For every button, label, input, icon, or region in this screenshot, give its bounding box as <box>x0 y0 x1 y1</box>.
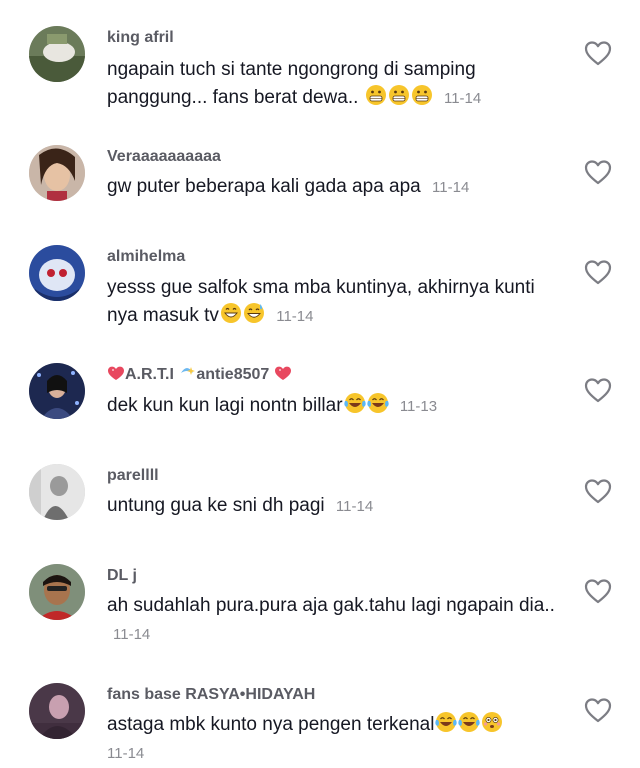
flushed-face-emoji <box>481 711 503 733</box>
comment-date: 11-14 <box>113 626 151 643</box>
like-heart-icon[interactable] <box>584 377 612 403</box>
avatar[interactable] <box>29 464 85 520</box>
comment-text: gw puter beberapa kali gada apa apa 11-1… <box>107 173 557 202</box>
grinning-face-emoji <box>220 302 242 324</box>
comment-text: ah sudahlah pura.pura aja gak.tahu lagi … <box>107 592 557 649</box>
avatar[interactable] <box>29 26 85 82</box>
sparkle-icon <box>178 365 196 381</box>
tears-of-joy-emoji <box>435 711 458 733</box>
tears-of-joy-emoji <box>343 392 366 414</box>
comment-date: 11-14 <box>443 90 482 107</box>
avatar[interactable] <box>29 245 85 301</box>
heart-sparkle-icon <box>107 365 125 381</box>
comment-text: untung gua ke sni dh pagi 11-14 <box>107 492 557 521</box>
comment-username[interactable]: Veraaaaaaaaaa <box>107 147 221 167</box>
comment-username[interactable]: almihelma <box>107 247 185 267</box>
tears-of-joy-emoji <box>458 711 481 733</box>
like-heart-icon[interactable] <box>584 40 612 66</box>
avatar[interactable] <box>29 145 85 201</box>
comment-text: yesss gue salfok sma mba kuntinya, akhir… <box>107 274 557 331</box>
comment-username[interactable]: A.R.T.I antie8507 <box>107 365 292 385</box>
comment-body: ah sudahlah pura.pura aja gak.tahu lagi … <box>107 595 555 616</box>
comment-body: yesss gue salfok sma mba kuntinya, akhir… <box>107 277 535 326</box>
avatar[interactable] <box>29 683 85 739</box>
username-part: A.R.T.I <box>125 366 174 383</box>
comment-date: 11-14 <box>432 179 470 196</box>
avatar[interactable] <box>29 363 85 419</box>
username-part: antie8507 <box>196 366 270 383</box>
comment-body: astaga mbk kunto nya pengen terkenal <box>107 714 435 735</box>
comment-text: astaga mbk kunto nya pengen terkenal 11-… <box>107 711 557 768</box>
comment-username[interactable]: parellll <box>107 466 159 486</box>
tears-of-joy-emoji <box>366 392 389 414</box>
comment-text: dek kun kun lagi nontn billar 11-13 <box>107 392 557 421</box>
comment-list: king afril ngapain tuch si tante ngongro… <box>0 0 640 767</box>
like-heart-icon[interactable] <box>584 259 612 285</box>
comment-date: 11-13 <box>399 398 438 415</box>
like-heart-icon[interactable] <box>584 578 612 604</box>
grimacing-face-emoji <box>365 84 387 106</box>
comment-body: untung gua ke sni dh pagi <box>107 495 325 516</box>
comment-body: dek kun kun lagi nontn billar <box>107 395 343 416</box>
comment-text: ngapain tuch si tante ngongrong di sampi… <box>107 56 557 113</box>
comment-username[interactable]: king afril <box>107 28 174 48</box>
heart-sparkle-icon <box>274 365 292 381</box>
grimacing-face-emoji <box>388 84 410 106</box>
grinning-sweat-emoji <box>243 302 265 324</box>
comment-date: 11-14 <box>276 308 314 325</box>
avatar[interactable] <box>29 564 85 620</box>
like-heart-icon[interactable] <box>584 697 612 723</box>
comment-body: gw puter beberapa kali gada apa apa <box>107 176 421 197</box>
like-heart-icon[interactable] <box>584 159 612 185</box>
comment-date: 11-14 <box>335 498 374 515</box>
comment-username[interactable]: DL j <box>107 566 137 586</box>
like-heart-icon[interactable] <box>584 478 612 504</box>
comment-username[interactable]: fans base RASYA•HIDAYAH <box>107 685 315 705</box>
comment-date: 11-14 <box>107 745 145 762</box>
grimacing-face-emoji <box>411 84 433 106</box>
